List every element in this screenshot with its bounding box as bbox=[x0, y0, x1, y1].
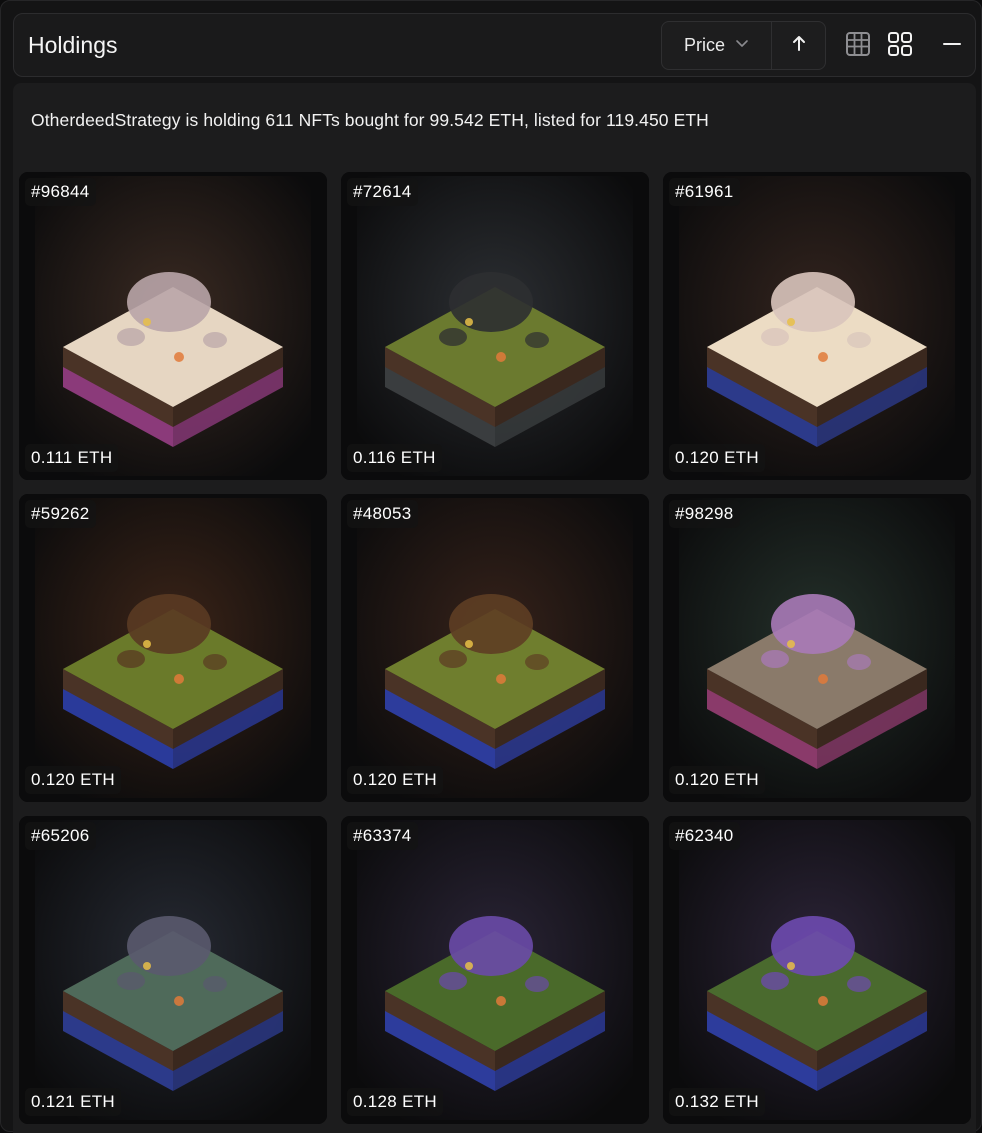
nft-card[interactable]: #63374 0.128 ETH bbox=[341, 816, 649, 1124]
grid-view-button[interactable] bbox=[886, 31, 914, 62]
nft-token-id: #59262 bbox=[25, 500, 96, 528]
nft-image bbox=[341, 816, 649, 1124]
minus-icon bbox=[942, 34, 962, 59]
table-view-icon bbox=[845, 31, 871, 62]
nft-price: 0.120 ETH bbox=[25, 766, 121, 794]
nft-card[interactable]: #62340 0.132 ETH bbox=[663, 816, 971, 1124]
nft-token-id: #48053 bbox=[347, 500, 418, 528]
sort-field-label: Price bbox=[683, 35, 725, 55]
nft-token-id: #96844 bbox=[25, 178, 96, 206]
arrow-up-icon bbox=[791, 34, 807, 57]
nft-token-id: #62340 bbox=[669, 822, 740, 850]
holdings-panel: Holdings Price OtherdeedStrategy is hold… bbox=[0, 0, 982, 1133]
nft-image bbox=[341, 494, 649, 802]
nft-token-id: #63374 bbox=[347, 822, 418, 850]
nft-image bbox=[663, 816, 971, 1124]
nft-price: 0.128 ETH bbox=[347, 1088, 443, 1116]
summary-text: OtherdeedStrategy is holding 611 NFTs bo… bbox=[31, 110, 709, 130]
nft-price: 0.120 ETH bbox=[669, 444, 765, 472]
nft-image bbox=[341, 172, 649, 480]
nft-image bbox=[663, 494, 971, 802]
nft-image bbox=[19, 172, 327, 480]
nft-card[interactable]: #96844 0.111 ETH bbox=[19, 172, 327, 480]
nft-card[interactable]: #65206 0.121 ETH bbox=[19, 816, 327, 1124]
nft-card[interactable]: #48053 0.120 ETH bbox=[341, 494, 649, 802]
chevron-down-icon bbox=[735, 36, 749, 55]
nft-price: 0.120 ETH bbox=[669, 766, 765, 794]
panel-title: Holdings bbox=[28, 32, 118, 58]
grid-view-icon bbox=[887, 31, 913, 62]
nft-image bbox=[19, 494, 327, 802]
nft-token-id: #72614 bbox=[347, 178, 418, 206]
nft-card[interactable]: #61961 0.120 ETH bbox=[663, 172, 971, 480]
nft-card[interactable]: #98298 0.120 ETH bbox=[663, 494, 971, 802]
sort-direction-button[interactable] bbox=[772, 22, 825, 69]
nft-price: 0.111 ETH bbox=[25, 444, 119, 472]
nft-image bbox=[663, 172, 971, 480]
sort-control: Price bbox=[661, 21, 826, 70]
nft-price: 0.132 ETH bbox=[669, 1088, 765, 1116]
nft-image bbox=[19, 816, 327, 1124]
nft-card[interactable]: #72614 0.116 ETH bbox=[341, 172, 649, 480]
nft-token-id: #98298 bbox=[669, 500, 740, 528]
table-view-button[interactable] bbox=[844, 31, 872, 62]
sort-field-select[interactable]: Price bbox=[662, 22, 772, 69]
nft-card[interactable]: #59262 0.120 ETH bbox=[19, 494, 327, 802]
nft-price: 0.116 ETH bbox=[347, 444, 442, 472]
collapse-button[interactable] bbox=[938, 32, 966, 60]
holdings-header: Holdings Price bbox=[13, 13, 976, 77]
nft-token-id: #61961 bbox=[669, 178, 740, 206]
nft-price: 0.120 ETH bbox=[347, 766, 443, 794]
nft-price: 0.121 ETH bbox=[25, 1088, 121, 1116]
nft-token-id: #65206 bbox=[25, 822, 96, 850]
